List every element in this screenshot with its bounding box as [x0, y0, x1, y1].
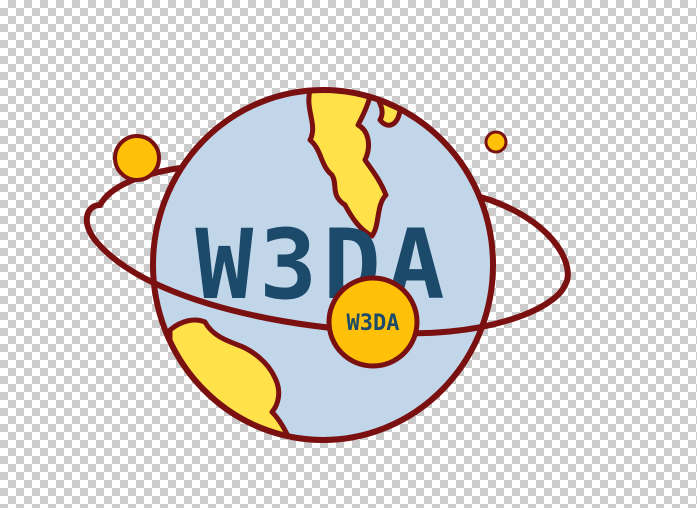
- badge-text: W3DA: [347, 311, 400, 336]
- moon-small: [484, 130, 508, 154]
- logo-artwork: W3DA W3DA: [83, 87, 571, 443]
- globe: W3DA: [150, 87, 496, 443]
- moon-large: [113, 134, 161, 182]
- badge-moon: W3DA: [326, 275, 420, 369]
